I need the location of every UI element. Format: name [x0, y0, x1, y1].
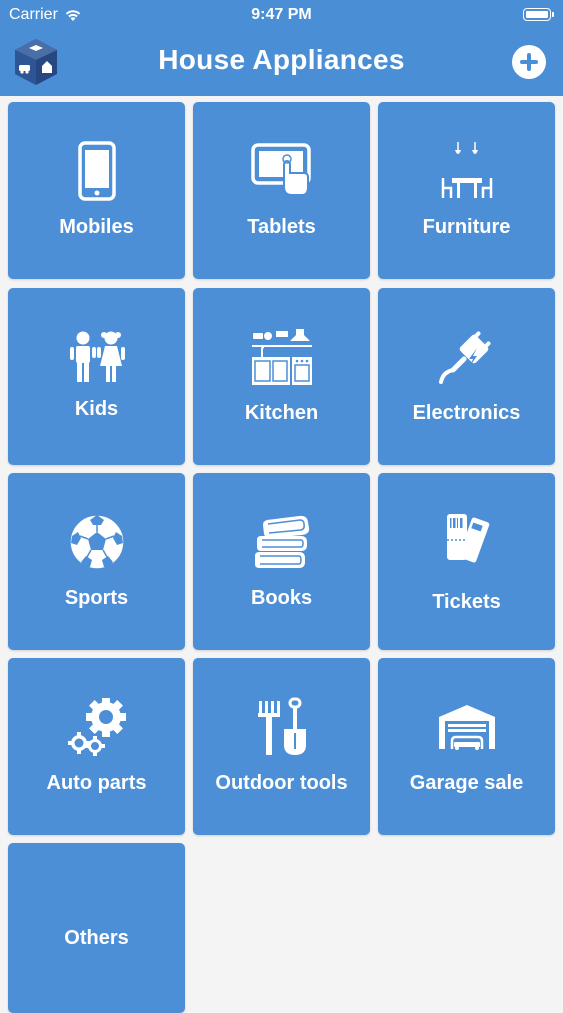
category-label: Outdoor tools — [215, 772, 348, 794]
category-label: Books — [250, 587, 313, 609]
dining-table-icon — [441, 142, 492, 198]
mobile-phone-icon — [77, 141, 116, 201]
category-label: Sports — [64, 587, 129, 609]
page-title: House Appliances — [158, 44, 405, 75]
add-button[interactable] — [512, 45, 546, 79]
category-tile-kids[interactable]: Kids — [8, 288, 185, 465]
category-label: Electronics — [412, 402, 521, 424]
category-label: Garage sale — [409, 772, 524, 794]
books-icon — [254, 515, 309, 568]
category-tile-books[interactable]: Books — [193, 473, 370, 650]
category-label: Others — [64, 927, 129, 949]
electric-plug-icon — [438, 331, 491, 384]
status-time: 9:47 PM — [251, 6, 312, 23]
garage-icon — [438, 705, 495, 750]
category-tile-auto-parts[interactable]: Auto parts — [8, 658, 185, 835]
category-label: Kitchen — [244, 402, 319, 424]
soccer-ball-icon — [68, 514, 125, 570]
category-tile-tickets[interactable]: Tickets — [378, 473, 555, 650]
status-bar: Carrier 9:47 PM — [0, 0, 563, 30]
category-tile-electronics[interactable]: Electronics — [378, 288, 555, 465]
category-tile-tablets[interactable]: Tablets — [193, 102, 370, 279]
garden-tools-icon — [257, 697, 306, 755]
category-tile-outdoor-tools[interactable]: Outdoor tools — [193, 658, 370, 835]
category-label: Auto parts — [46, 772, 147, 794]
tickets-icon — [446, 514, 491, 564]
category-grid: Mobiles Tablets Furniture Kids Kitchen E… — [0, 96, 563, 1013]
category-label: Kids — [74, 398, 119, 420]
category-tile-sports[interactable]: Sports — [8, 473, 185, 650]
tablet-touch-icon — [250, 143, 311, 196]
category-label: Mobiles — [59, 216, 134, 238]
category-tile-mobiles[interactable]: Mobiles — [8, 102, 185, 279]
category-tile-garage-sale[interactable]: Garage sale — [378, 658, 555, 835]
nav-header: Carrier 9:47 PM House Appliances — [0, 0, 563, 96]
category-tile-kitchen[interactable]: Kitchen — [193, 288, 370, 465]
gears-icon — [67, 698, 126, 756]
battery-icon — [523, 8, 554, 21]
category-label: Tablets — [247, 216, 316, 238]
category-label: Tickets — [432, 591, 501, 613]
category-tile-furniture[interactable]: Furniture — [378, 102, 555, 279]
category-tile-others[interactable]: Others — [8, 843, 185, 1013]
category-label: Furniture — [422, 216, 511, 238]
kitchen-icon — [251, 329, 312, 385]
kids-icon — [69, 331, 125, 382]
